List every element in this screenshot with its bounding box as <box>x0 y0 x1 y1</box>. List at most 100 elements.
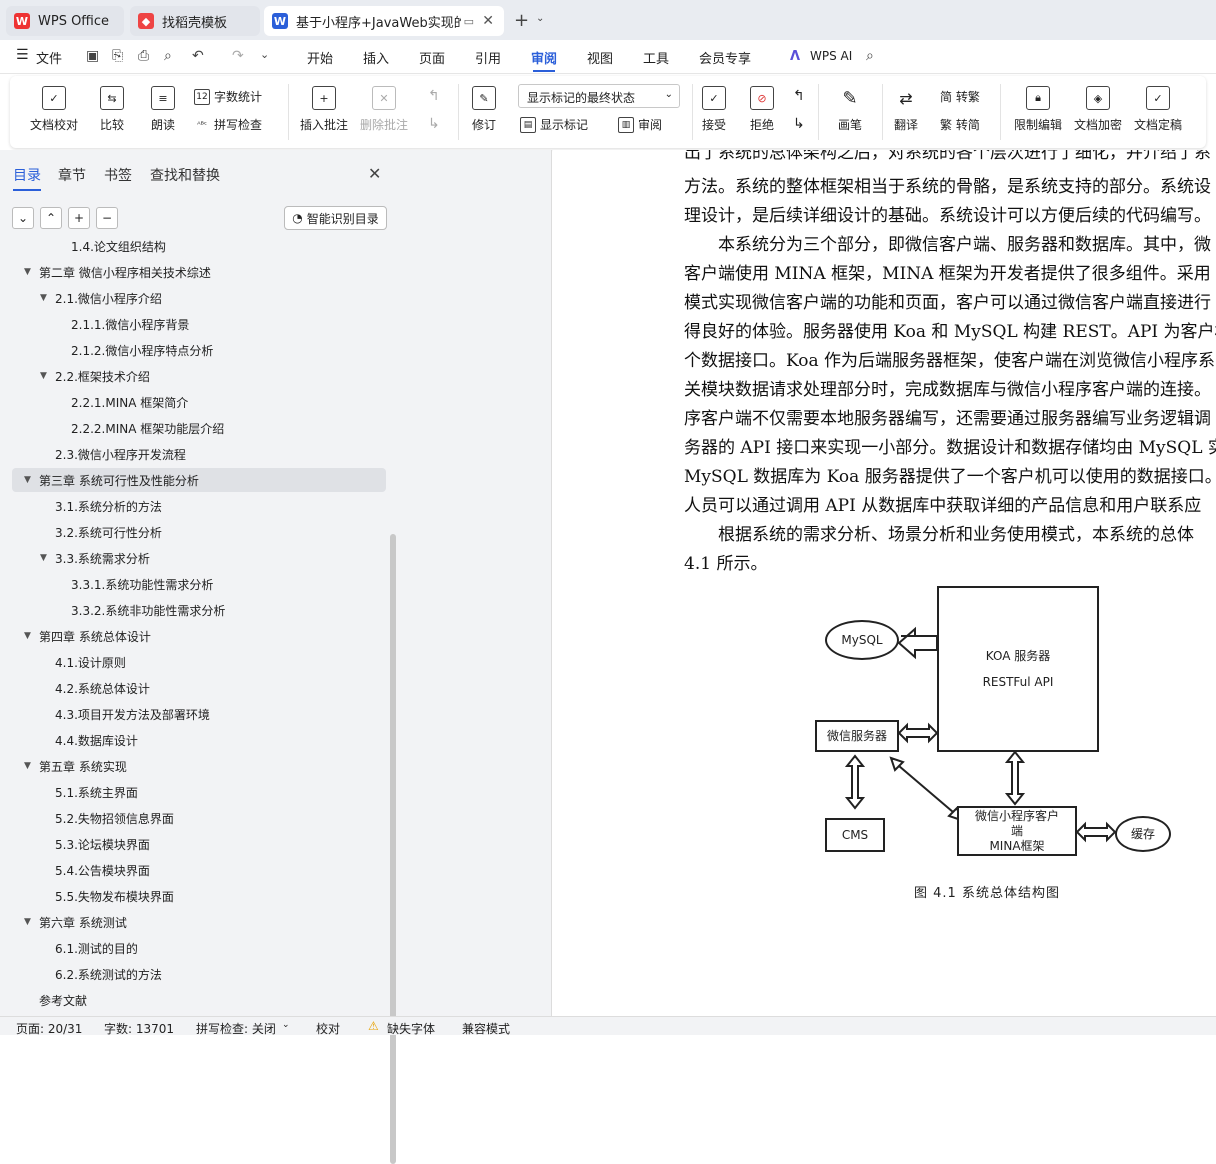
toc-item[interactable]: 5.1.系统主界面 <box>0 780 390 804</box>
toc-item[interactable]: 4.1.设计原则 <box>0 650 390 674</box>
read-aloud-button[interactable]: ≡ 朗读 <box>151 86 175 133</box>
toc-item[interactable]: 6.1.测试的目的 <box>0 936 390 960</box>
add-heading-icon[interactable]: + <box>68 207 90 229</box>
search-icon[interactable]: ⌕ <box>866 48 874 64</box>
restrict-edit-button[interactable]: 🔒︎ 限制编辑 <box>1014 86 1062 133</box>
toc-item[interactable]: 3.3.1.系统功能性需求分析 <box>0 572 390 596</box>
remove-heading-icon[interactable]: − <box>96 207 118 229</box>
doc-proof-button[interactable]: ✓ 文档校对 <box>30 86 78 133</box>
prev-change-icon[interactable]: ↰ <box>793 88 805 104</box>
accept-button[interactable]: ✓ 接受 <box>702 86 726 133</box>
collapse-all-icon[interactable]: ⌄ <box>12 207 34 229</box>
close-sidebar-icon[interactable]: ✕ <box>368 164 381 183</box>
next-comment-icon[interactable]: ↳ <box>428 116 440 132</box>
new-tab-icon[interactable]: + <box>514 10 529 31</box>
to-simplified-button[interactable]: 繁 转简 <box>940 116 980 133</box>
toc-item[interactable]: 2.3.微信小程序开发流程 <box>0 442 390 466</box>
pen-button[interactable]: ✎ 画笔 <box>838 86 862 133</box>
word-count-button[interactable]: 12 字数统计 <box>194 88 262 105</box>
menu-tools[interactable]: 工具 <box>643 48 669 67</box>
spell-check-status[interactable]: 拼写检查: 关闭 <box>196 1020 276 1037</box>
undo-icon[interactable]: ↶ <box>192 48 204 64</box>
prev-comment-icon[interactable]: ↰ <box>428 88 440 104</box>
tab-template[interactable]: ◆ 找稻壳模板 <box>130 6 260 36</box>
toc-item[interactable]: 5.5.失物发布模块界面 <box>0 884 390 908</box>
toc-item[interactable]: ▼ 第三章 系统可行性及性能分析 <box>12 468 386 492</box>
menu-wps-ai[interactable]: WPS AI <box>810 49 852 63</box>
expand-arrow-icon[interactable]: ▼ <box>40 371 54 381</box>
toc-item[interactable]: 4.3.项目开发方法及部署环境 <box>0 702 390 726</box>
tab-toc[interactable]: 目录 <box>13 165 41 191</box>
toc-item[interactable]: ▼ 3.3.系统需求分析 <box>0 546 390 570</box>
toc-item[interactable]: 6.2.系统测试的方法 <box>0 962 390 986</box>
toc-scrollbar[interactable] <box>390 534 396 1164</box>
print-icon[interactable]: ⎙ <box>138 48 149 64</box>
menu-start[interactable]: 开始 <box>307 48 333 67</box>
tab-wps-office[interactable]: W WPS Office <box>6 6 124 36</box>
review-pane-button[interactable]: ▥ 审阅 <box>618 116 662 133</box>
toc-item[interactable]: 5.3.论坛模块界面 <box>0 832 390 856</box>
toc-item[interactable]: 1.4.论文组织结构 <box>0 240 390 258</box>
toc-item[interactable]: 2.1.1.微信小程序背景 <box>0 312 390 336</box>
export-icon[interactable]: ⎘ <box>112 48 123 64</box>
expand-arrow-icon[interactable]: ▼ <box>40 553 54 563</box>
document-page[interactable]: 出了系统的总体架构之后，对系统的各个层次进行了细化，并介绍了系 方法。系统的整体框… <box>553 150 1216 1016</box>
tab-find-replace[interactable]: 查找和替换 <box>150 165 220 185</box>
menu-view[interactable]: 视图 <box>587 48 613 67</box>
expand-up-icon[interactable]: ⌃ <box>40 207 62 229</box>
to-traditional-button[interactable]: 简 转繁 <box>940 88 980 105</box>
toc-item[interactable]: 参考文献 <box>0 988 390 1010</box>
toc-item[interactable]: 5.2.失物招领信息界面 <box>0 806 390 830</box>
toc-item[interactable]: ▼ 第二章 微信小程序相关技术综述 <box>0 260 390 284</box>
expand-arrow-icon[interactable]: ▼ <box>40 293 54 303</box>
encrypt-button[interactable]: ◈ 文档加密 <box>1074 86 1122 133</box>
toc-item[interactable]: 3.2.系统可行性分析 <box>0 520 390 544</box>
word-count-status[interactable]: 字数: 13701 <box>104 1020 174 1037</box>
tab-chapters[interactable]: 章节 <box>58 165 86 185</box>
hamburger-icon[interactable]: ☰ <box>16 47 29 63</box>
tab-document[interactable]: W 基于小程序+JavaWeb实现的 ▭ ✕ <box>264 6 504 36</box>
missing-font-status[interactable]: 缺失字体 <box>387 1020 435 1037</box>
toc-item[interactable]: ▼ 第六章 系统测试 <box>0 910 390 934</box>
delete-comment-button[interactable]: ✕ 删除批注 <box>360 86 408 133</box>
spell-check-button[interactable]: ᴬᴮᶜ 拼写检查 <box>194 116 262 133</box>
menu-file[interactable]: 文件 <box>36 48 62 67</box>
toc-item[interactable]: ▼ 2.2.框架技术介绍 <box>0 364 390 388</box>
toc-item[interactable]: 2.2.1.MINA 框架简介 <box>0 390 390 414</box>
more-chevron-icon[interactable]: ⌄ <box>260 48 269 61</box>
toc-item[interactable]: ▼ 2.1.微信小程序介绍 <box>0 286 390 310</box>
toc-item[interactable]: 3.1.系统分析的方法 <box>0 494 390 518</box>
smart-toc-button[interactable]: ◔ 智能识别目录 <box>284 206 387 230</box>
toc-item[interactable]: 2.1.2.微信小程序特点分析 <box>0 338 390 362</box>
reject-button[interactable]: ⊘ 拒绝 <box>750 86 774 133</box>
save-icon[interactable]: ▣ <box>86 48 99 64</box>
close-tab-icon[interactable]: ✕ <box>482 13 494 29</box>
translate-button[interactable]: ⇄ 翻译 <box>894 86 918 133</box>
track-changes-button[interactable]: ✎ 修订 <box>472 86 496 133</box>
toc-item[interactable]: 4.2.系统总体设计 <box>0 676 390 700</box>
proof-status[interactable]: 校对 <box>316 1020 340 1037</box>
page-indicator[interactable]: 页面: 20/31 <box>16 1020 82 1037</box>
toc-item[interactable]: 3.3.2.系统非功能性需求分析 <box>0 598 390 622</box>
toc-item[interactable]: 5.4.公告模块界面 <box>0 858 390 882</box>
menu-vip[interactable]: 会员专享 <box>699 48 751 67</box>
tab-bookmarks[interactable]: 书签 <box>104 165 132 185</box>
insert-comment-button[interactable]: + 插入批注 <box>300 86 348 133</box>
finalize-button[interactable]: ✓ 文档定稿 <box>1134 86 1182 133</box>
redo-icon[interactable]: ↷ <box>232 48 244 64</box>
print-preview-icon[interactable]: ⌕ <box>164 48 172 64</box>
expand-arrow-icon[interactable]: ▼ <box>24 761 38 771</box>
show-markup-button[interactable]: ▤ 显示标记 <box>520 116 588 133</box>
compare-button[interactable]: ⇆ 比较 <box>100 86 124 133</box>
menu-review[interactable]: 审阅 <box>531 48 557 72</box>
toc-item[interactable]: 4.4.数据库设计 <box>0 728 390 752</box>
next-change-icon[interactable]: ↳ <box>793 116 805 132</box>
menu-reference[interactable]: 引用 <box>475 48 501 67</box>
expand-arrow-icon[interactable]: ▼ <box>24 475 38 485</box>
menu-page[interactable]: 页面 <box>419 48 445 67</box>
expand-arrow-icon[interactable]: ▼ <box>24 917 38 927</box>
toc-item[interactable]: ▼ 第五章 系统实现 <box>0 754 390 778</box>
chevron-down-icon[interactable]: ⌄ <box>536 13 544 24</box>
markup-state-select[interactable]: 显示标记的最终状态 ⌄ <box>518 84 680 108</box>
menu-insert[interactable]: 插入 <box>363 48 389 67</box>
